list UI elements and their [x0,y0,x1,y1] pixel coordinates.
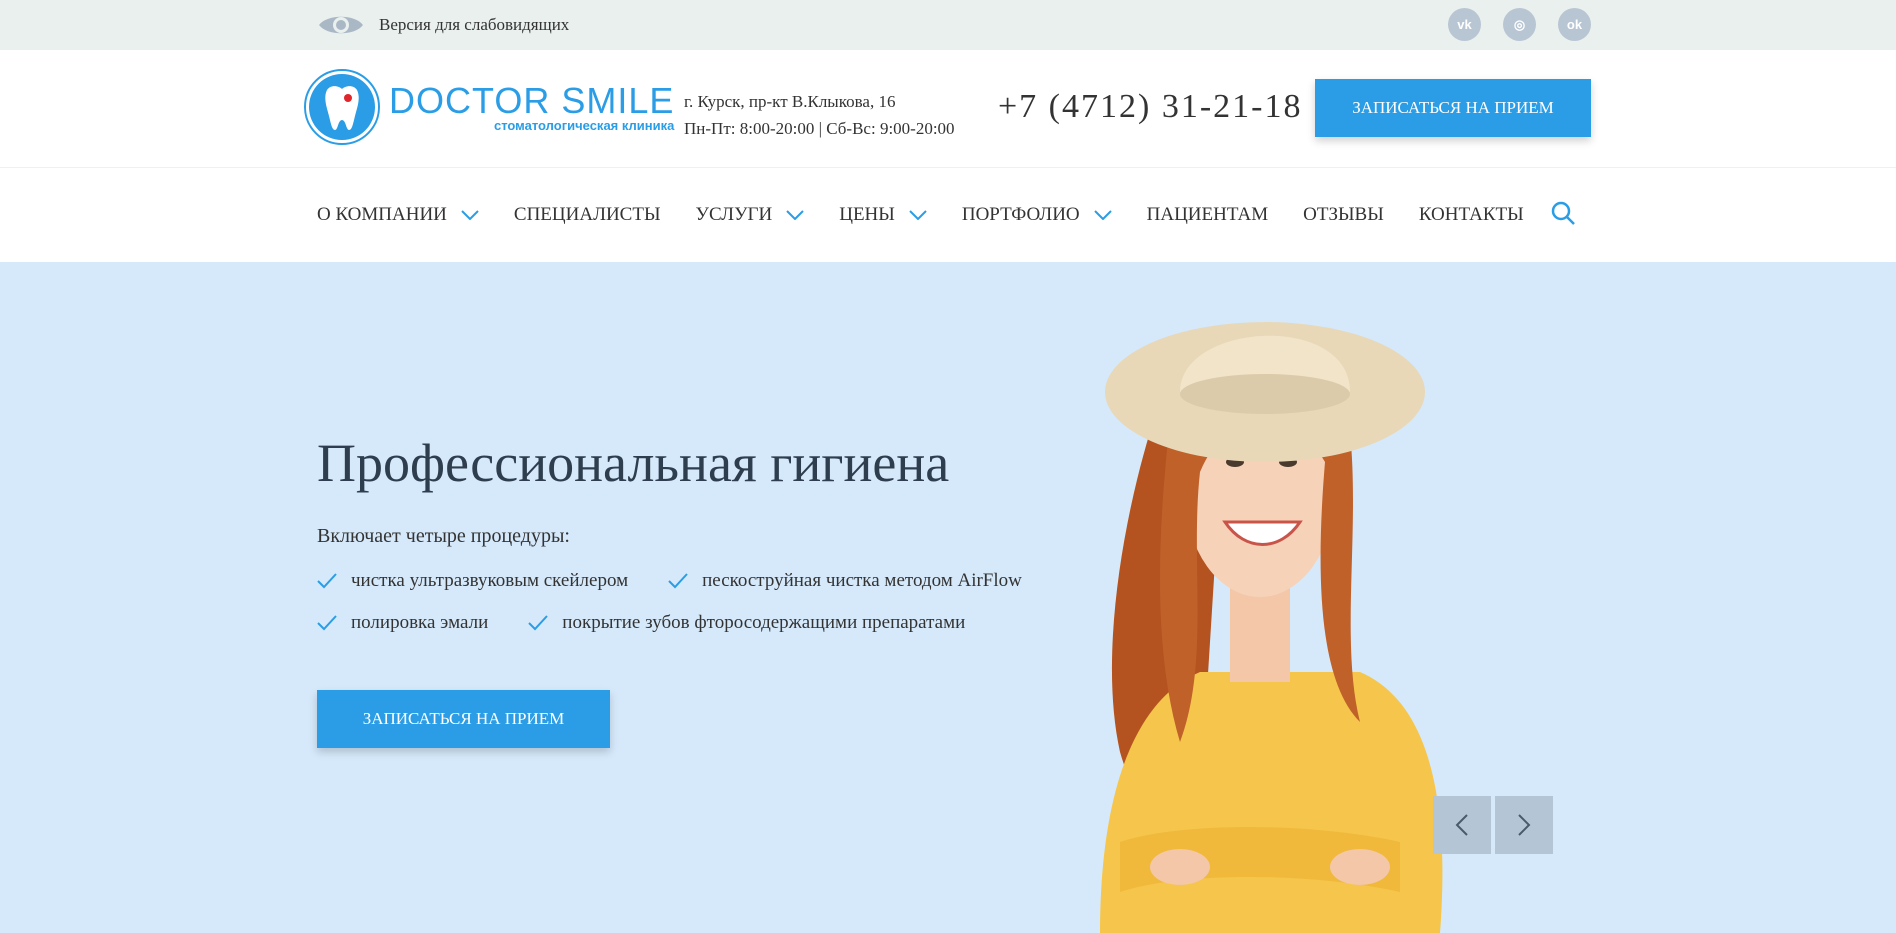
header: DOCTOR SMILE стоматологическая клиника г… [0,50,1896,168]
checkmark-icon [668,573,688,589]
nav-item-label: ЦЕНЫ [839,204,895,225]
list-item-label: покрытие зубов фторосодержащими препарат… [562,612,966,633]
chevron-right-icon [1518,814,1531,836]
social-links: vk ◎ ok [1448,8,1591,41]
nav-item-label: ПАЦИЕНТАМ [1146,204,1269,225]
list-item-label: пескоструйная чистка методом AirFlow [702,570,1022,591]
nav-item-label: ПОРТФОЛИО [961,204,1080,225]
checkmark-icon [317,615,337,631]
nav-item-services[interactable]: УСЛУГИ [696,204,805,226]
accessibility-link[interactable]: Версия для слабовидящих [317,12,569,38]
procedure-list: чистка ультразвуковым скейлером пескостр… [317,570,1062,654]
nav-item-portfolio[interactable]: ПОРТФОЛИО [962,204,1112,226]
list-item: чистка ультразвуковым скейлером [317,570,628,592]
working-hours: Пн-Пт: 8:00-20:00 | Сб-Вс: 9:00-20:00 [684,119,955,138]
hero-appointment-button[interactable]: ЗАПИСАТЬСЯ НА ПРИЕМ [317,690,610,748]
nav-item-label: О КОМПАНИИ [317,204,447,225]
instagram-icon[interactable]: ◎ [1503,8,1536,41]
list-item: пескоструйная чистка методом AirFlow [668,570,1022,592]
address-text: г. Курск, пр-кт В.Клыкова, 16 [684,92,896,111]
chevron-down-icon [461,210,479,220]
tooth-logo-icon [304,69,380,145]
chevron-down-icon [909,210,927,220]
slider-controls [1433,796,1553,854]
nav-item-label: СПЕЦИАЛИСТЫ [513,204,661,225]
nav-item-specialists[interactable]: СПЕЦИАЛИСТЫ [514,204,661,226]
hero-title: Профессиональная гигиена [317,433,950,493]
accessibility-label: Версия для слабовидящих [379,15,570,34]
chevron-left-icon [1455,814,1468,836]
list-item: покрытие зубов фторосодержащими препарат… [528,612,965,634]
chevron-down-icon [786,210,804,220]
nav-item-label: КОНТАКТЫ [1418,204,1524,225]
nav-item-about[interactable]: О КОМПАНИИ [317,204,479,226]
chevron-down-icon [1093,210,1112,220]
nav-item-prices[interactable]: ЦЕНЫ [839,204,927,226]
eye-icon [319,16,363,34]
top-bar: Версия для слабовидящих vk ◎ ok [0,0,1896,50]
checkmark-icon [528,615,549,631]
hero-lead: Включает четыре процедуры: [317,525,570,547]
nav-item-label: УСЛУГИ [695,204,773,225]
vk-icon[interactable]: vk [1448,8,1481,41]
main-nav: О КОМПАНИИ СПЕЦИАЛИСТЫ УСЛУГИ ЦЕНЫ ПОРТФ… [0,168,1896,262]
nav-item-reviews[interactable]: ОТЗЫВЫ [1303,204,1384,226]
odnoklassniki-icon[interactable]: ok [1558,8,1591,41]
checkmark-icon [317,573,337,589]
nav-item-contacts[interactable]: КОНТАКТЫ [1419,204,1524,226]
address-block: г. Курск, пр-кт В.Клыкова, 16 Пн-Пт: 8:0… [684,88,955,142]
logo[interactable]: DOCTOR SMILE стоматологическая клиника [303,68,674,146]
logo-name: DOCTOR SMILE [389,79,675,121]
nav-item-label: ОТЗЫВЫ [1303,204,1384,225]
header-appointment-button[interactable]: ЗАПИСАТЬСЯ НА ПРИЕМ [1315,79,1591,137]
hero-photo [1100,322,1443,933]
hero-slider: Профессиональная гигиена Включает четыре… [0,262,1896,933]
slider-next-button[interactable] [1495,796,1553,854]
phone-number[interactable]: +7 (4712) 31-21-18 [998,88,1302,126]
list-item-label: полировка эмали [351,612,489,633]
slider-prev-button[interactable] [1433,796,1491,854]
search-icon[interactable] [1550,200,1576,226]
list-item-label: чистка ультразвуковым скейлером [351,570,629,591]
nav-item-patients[interactable]: ПАЦИЕНТАМ [1147,204,1269,226]
list-item: полировка эмали [317,612,488,634]
